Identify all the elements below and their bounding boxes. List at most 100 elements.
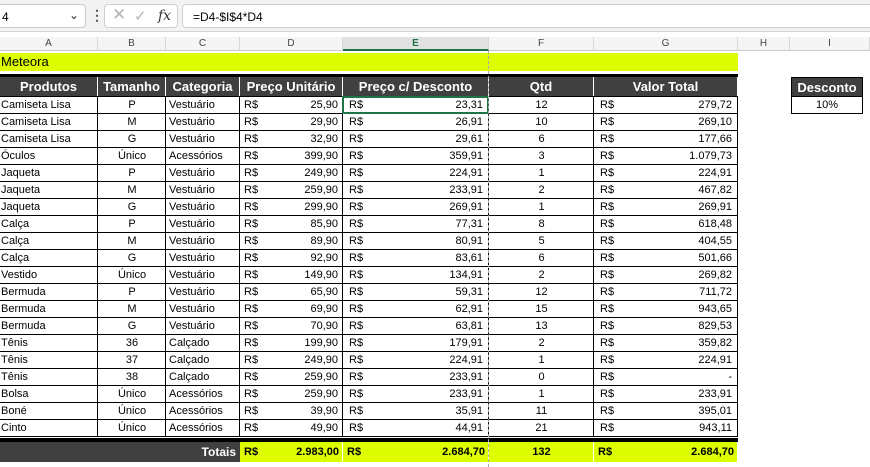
discount-value[interactable]: 10% (791, 97, 863, 114)
cell-produto[interactable]: Camiseta Lisa (1, 114, 97, 131)
cell-qtd[interactable]: 6 (489, 250, 594, 267)
cell-produto[interactable]: Bermuda (1, 318, 97, 335)
chevron-down-icon[interactable]: ⌄ (69, 8, 79, 22)
cell-tamanho[interactable]: Único (98, 386, 166, 403)
cell-tamanho[interactable]: 37 (98, 352, 166, 369)
cell-qtd[interactable]: 1 (489, 352, 594, 369)
cell-produto[interactable]: Calça (1, 233, 97, 250)
cell-valor-total[interactable]: 177,66 (594, 131, 732, 148)
function-icon[interactable]: fx (158, 8, 171, 24)
cell-produto[interactable]: Óculos (1, 148, 97, 165)
cell-valor-total[interactable]: 359,82 (594, 335, 732, 352)
cell-qtd[interactable]: 10 (489, 114, 594, 131)
cell-qtd[interactable]: 11 (489, 403, 594, 420)
cell-preco-unitario[interactable]: 399,90 (240, 148, 338, 165)
cell-tamanho[interactable]: 38 (98, 369, 166, 386)
cell-tamanho[interactable]: P (98, 216, 166, 233)
name-box[interactable]: 4 ⌄ (0, 4, 86, 28)
check-icon[interactable]: ✓ (134, 7, 147, 25)
cell-valor-total[interactable]: - (594, 369, 732, 386)
cell-tamanho[interactable]: 36 (98, 335, 166, 352)
cell-categoria[interactable]: Calçado (169, 335, 239, 352)
column-header-b[interactable]: B (98, 37, 166, 51)
cell-preco-desconto[interactable]: 35,91 (343, 403, 483, 420)
header-2[interactable]: Tamanho (98, 77, 166, 97)
cell-produto[interactable]: Jaqueta (1, 182, 97, 199)
cell-valor-total[interactable]: 467,82 (594, 182, 732, 199)
discount-header[interactable]: Desconto (791, 77, 863, 97)
header-3[interactable]: Categoria (166, 77, 240, 97)
cell-qtd[interactable]: 2 (489, 182, 594, 199)
selected-cell[interactable] (342, 96, 489, 114)
cell-tamanho[interactable]: P (98, 165, 166, 182)
cell-qtd[interactable]: 12 (489, 97, 594, 114)
cell-valor-total[interactable]: 224,91 (594, 165, 732, 182)
cell-valor-total[interactable]: 943,11 (594, 420, 732, 437)
cell-valor-total[interactable]: 711,72 (594, 284, 732, 301)
cell-preco-desconto[interactable]: 83,61 (343, 250, 483, 267)
cell-valor-total[interactable]: 404,55 (594, 233, 732, 250)
cell-qtd[interactable]: 1 (489, 165, 594, 182)
cell-tamanho[interactable]: M (98, 114, 166, 131)
cell-tamanho[interactable]: G (98, 131, 166, 148)
cell-preco-desconto[interactable]: 269,91 (343, 199, 483, 216)
cell-preco-desconto[interactable]: 233,91 (343, 182, 483, 199)
cell-produto[interactable]: Tênis (1, 369, 97, 386)
cell-categoria[interactable]: Acessórios (169, 148, 239, 165)
cell-qtd[interactable]: 8 (489, 216, 594, 233)
cell-qtd[interactable]: 1 (489, 199, 594, 216)
cell-produto[interactable]: Bermuda (1, 301, 97, 318)
cell-preco-unitario[interactable]: 89,90 (240, 233, 338, 250)
cell-produto[interactable]: Bermuda (1, 284, 97, 301)
cancel-icon[interactable]: ✕ (112, 5, 126, 25)
cell-preco-unitario[interactable]: 65,90 (240, 284, 338, 301)
cell-categoria[interactable]: Acessórios (169, 386, 239, 403)
cell-categoria[interactable]: Vestuário (169, 131, 239, 148)
cell-categoria[interactable]: Calçado (169, 352, 239, 369)
cell-categoria[interactable]: Vestuário (169, 267, 239, 284)
cell-qtd[interactable]: 3 (489, 148, 594, 165)
more-options-icon[interactable]: ⋮ (90, 7, 104, 24)
header-6[interactable]: Qtd (489, 77, 594, 97)
cell-tamanho[interactable]: M (98, 301, 166, 318)
cell-valor-total[interactable]: 829,53 (594, 318, 732, 335)
cell-qtd[interactable]: 5 (489, 233, 594, 250)
cell-produto[interactable]: Camiseta Lisa (1, 131, 97, 148)
cell-categoria[interactable]: Calçado (169, 369, 239, 386)
cell-valor-total[interactable]: 269,91 (594, 199, 732, 216)
cell-tamanho[interactable]: Único (98, 420, 166, 437)
cell-tamanho[interactable]: G (98, 199, 166, 216)
cell-produto[interactable]: Calça (1, 250, 97, 267)
cell-valor-total[interactable]: 279,72 (594, 97, 732, 114)
cell-preco-unitario[interactable]: 249,90 (240, 165, 338, 182)
cell-qtd[interactable]: 21 (489, 420, 594, 437)
cell-produto[interactable]: Bolsa (1, 386, 97, 403)
cell-categoria[interactable]: Vestuário (169, 114, 239, 131)
cell-qtd[interactable]: 2 (489, 335, 594, 352)
cell-categoria[interactable]: Vestuário (169, 97, 239, 114)
cell-categoria[interactable]: Vestuário (169, 284, 239, 301)
header-5[interactable]: Preço c/ Desconto (343, 77, 489, 97)
cell-qtd[interactable]: 12 (489, 284, 594, 301)
cell-preco-unitario[interactable]: 49,90 (240, 420, 338, 437)
cell-qtd[interactable]: 2 (489, 267, 594, 284)
cell-valor-total[interactable]: 269,10 (594, 114, 732, 131)
cell-tamanho[interactable]: G (98, 318, 166, 335)
cell-categoria[interactable]: Vestuário (169, 318, 239, 335)
formula-input[interactable]: =D4-$I$4*D4 (182, 4, 870, 28)
cell-preco-desconto[interactable]: 59,31 (343, 284, 483, 301)
cell-produto[interactable]: Vestido (1, 267, 97, 284)
cell-produto[interactable]: Tênis (1, 352, 97, 369)
header-1[interactable]: Produtos (0, 77, 98, 97)
cell-preco-unitario[interactable]: 70,90 (240, 318, 338, 335)
cell-valor-total[interactable]: 618,48 (594, 216, 732, 233)
cell-qtd[interactable]: 0 (489, 369, 594, 386)
cell-categoria[interactable]: Vestuário (169, 216, 239, 233)
column-header-c[interactable]: C (166, 37, 240, 51)
cell-categoria[interactable]: Vestuário (169, 301, 239, 318)
cell-preco-desconto[interactable]: 44,91 (343, 420, 483, 437)
cell-categoria[interactable]: Acessórios (169, 403, 239, 420)
column-header-f[interactable]: F (489, 37, 594, 51)
cell-valor-total[interactable]: 1.079,73 (594, 148, 732, 165)
cell-valor-total[interactable]: 269,82 (594, 267, 732, 284)
